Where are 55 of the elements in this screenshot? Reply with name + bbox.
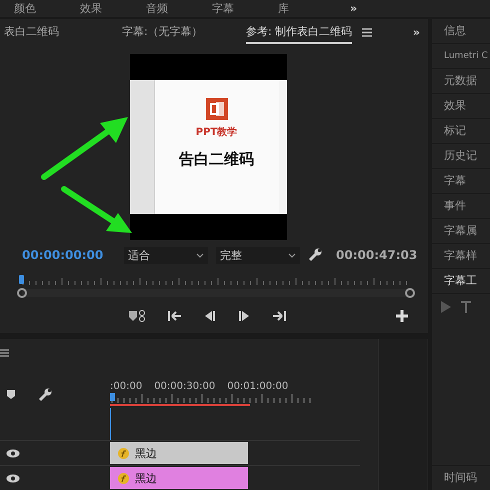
slide-subtitle: PPT教学 (196, 126, 238, 139)
workspace-tab[interactable]: 音频 (146, 3, 212, 14)
workspace-tab[interactable]: 库 (278, 3, 344, 14)
panel-tab[interactable]: 字幕样 (432, 244, 490, 269)
marker-icon[interactable] (128, 309, 146, 323)
menu-icon[interactable] (0, 349, 9, 357)
step-forward-icon[interactable] (238, 310, 250, 322)
eye-icon[interactable] (6, 448, 20, 458)
panel-tab[interactable]: 字幕属 (432, 219, 490, 244)
time-label: 00:00:30:00 (154, 381, 216, 392)
presentation-app-icon (206, 98, 228, 120)
clip-label: 黑边 (135, 470, 157, 486)
text-tool-icon[interactable] (460, 300, 472, 314)
panel-tab[interactable]: 字幕工 (432, 269, 490, 294)
wrench-icon[interactable] (38, 388, 52, 402)
panel-tab[interactable]: 事件 (432, 194, 490, 219)
duration-timecode: 00:00:47:03 (336, 248, 418, 262)
panel-tab[interactable]: 参考: 制作表白二维码 (246, 20, 352, 44)
playback-scrubber[interactable] (16, 273, 416, 301)
panel-tab[interactable]: 表白二维码 (4, 20, 122, 44)
panel-tab[interactable]: 字幕 (432, 169, 490, 194)
wrench-icon[interactable] (308, 248, 322, 262)
current-timecode[interactable]: 00:00:00:00 (22, 248, 116, 262)
zoom-dropdown[interactable]: 适合 (124, 246, 208, 264)
panel-tab[interactable]: 历史记 (432, 144, 490, 169)
fx-icon (118, 472, 129, 484)
time-label: 00:01:00:00 (227, 381, 288, 392)
panel-tab[interactable]: 元数据 (432, 69, 490, 94)
more-button[interactable]: » (350, 3, 358, 14)
video-clip[interactable]: 黑边 (110, 442, 248, 464)
go-to-in-icon[interactable] (168, 310, 182, 322)
fx-icon (118, 448, 129, 458)
time-label: :00:00 (110, 381, 142, 392)
add-icon[interactable] (396, 310, 408, 322)
panel-tab[interactable]: 标记 (432, 119, 490, 144)
go-to-out-icon[interactable] (272, 310, 286, 322)
workspace-tab[interactable]: 颜色 (14, 3, 80, 14)
marker-icon[interactable] (6, 389, 16, 400)
video-clip[interactable]: 黑边 (110, 467, 248, 489)
workspace-tab[interactable]: 字幕 (212, 3, 278, 14)
panel-tab[interactable]: 时间码 (432, 465, 490, 490)
panel-tab[interactable]: 效果 (432, 94, 490, 119)
panel-tab[interactable]: Lumetri C (432, 44, 490, 69)
menu-icon[interactable] (362, 28, 372, 36)
panel-tab[interactable]: 字幕:（无字幕） (122, 20, 246, 44)
eye-icon[interactable] (6, 474, 20, 482)
chevron-down-icon (288, 252, 296, 258)
panel-tab[interactable]: 信息 (432, 19, 490, 44)
chevron-down-icon (196, 252, 204, 258)
clip-label: 黑边 (135, 446, 157, 460)
slide-title: 告白二维码 (179, 150, 254, 169)
more-button[interactable]: » (412, 26, 420, 38)
quality-dropdown[interactable]: 完整 (216, 246, 300, 264)
workspace-tab[interactable]: 效果 (80, 3, 146, 14)
step-back-icon[interactable] (204, 310, 216, 322)
